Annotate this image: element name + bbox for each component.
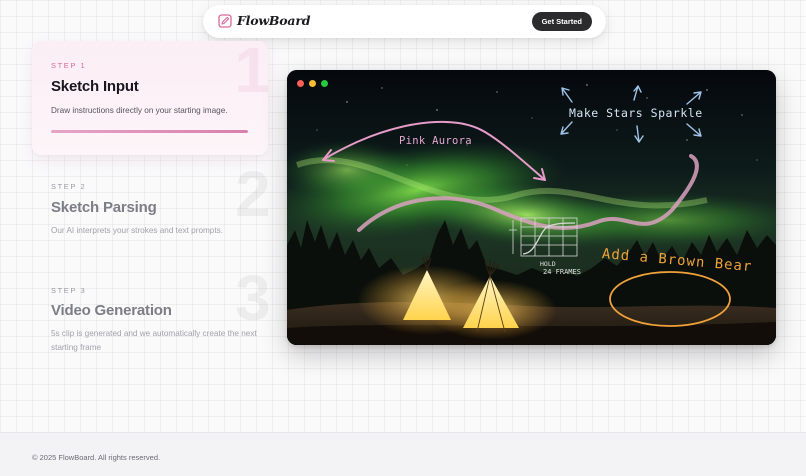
- aurora-night-scene-image: [287, 70, 776, 345]
- step-card-sketch-parsing[interactable]: 2 STEP 2 Sketch Parsing Our AI interpret…: [32, 158, 271, 252]
- step-card-sketch-input[interactable]: 1 STEP 1 Sketch Input Draw instructions …: [32, 34, 270, 155]
- sketch-preview-window[interactable]: Pink Aurora Make Stars Sparkle Add a Bro…: [287, 70, 776, 345]
- brand-logo[interactable]: FlowBoard: [218, 13, 310, 28]
- copyright-text: © 2025 FlowBoard. All rights reserved.: [32, 453, 161, 462]
- step-card-video-generation[interactable]: 3 STEP 3 Video Generation 5s clip is gen…: [32, 262, 271, 366]
- window-minimize-dot[interactable]: [309, 80, 316, 87]
- step-kicker: STEP 1: [51, 61, 87, 70]
- step-progress-fill: [51, 130, 248, 133]
- step-title: Sketch Input: [51, 78, 139, 95]
- annotation-24-frames: 24 FRAMES: [543, 268, 581, 276]
- step-description: 5s clip is generated and we automaticall…: [51, 329, 257, 352]
- step-title: Video Generation: [51, 302, 172, 319]
- step-title: Sketch Parsing: [51, 199, 157, 216]
- annotation-hold: HOLD: [540, 260, 556, 268]
- annotation-pink-aurora: Pink Aurora: [399, 135, 472, 147]
- step-number-watermark: 3: [235, 262, 271, 334]
- step-progress-bar: [51, 130, 248, 133]
- step-kicker: STEP 3: [51, 286, 87, 295]
- window-maximize-dot[interactable]: [321, 80, 328, 87]
- get-started-button[interactable]: Get Started: [531, 12, 592, 31]
- step-number-watermark: 2: [235, 158, 271, 230]
- step-description: Draw instructions directly on your start…: [51, 106, 228, 115]
- step-kicker: STEP 2: [51, 182, 87, 191]
- page-footer: © 2025 FlowBoard. All rights reserved.: [0, 432, 806, 476]
- step-number-watermark: 1: [234, 34, 270, 106]
- annotation-make-stars-sparkle: Make Stars Sparkle: [569, 106, 703, 120]
- step-description: Our AI interprets your strokes and text …: [51, 226, 224, 235]
- window-close-dot[interactable]: [297, 80, 304, 87]
- sketch-pencil-icon: [218, 13, 232, 28]
- brand-name: FlowBoard: [237, 13, 311, 28]
